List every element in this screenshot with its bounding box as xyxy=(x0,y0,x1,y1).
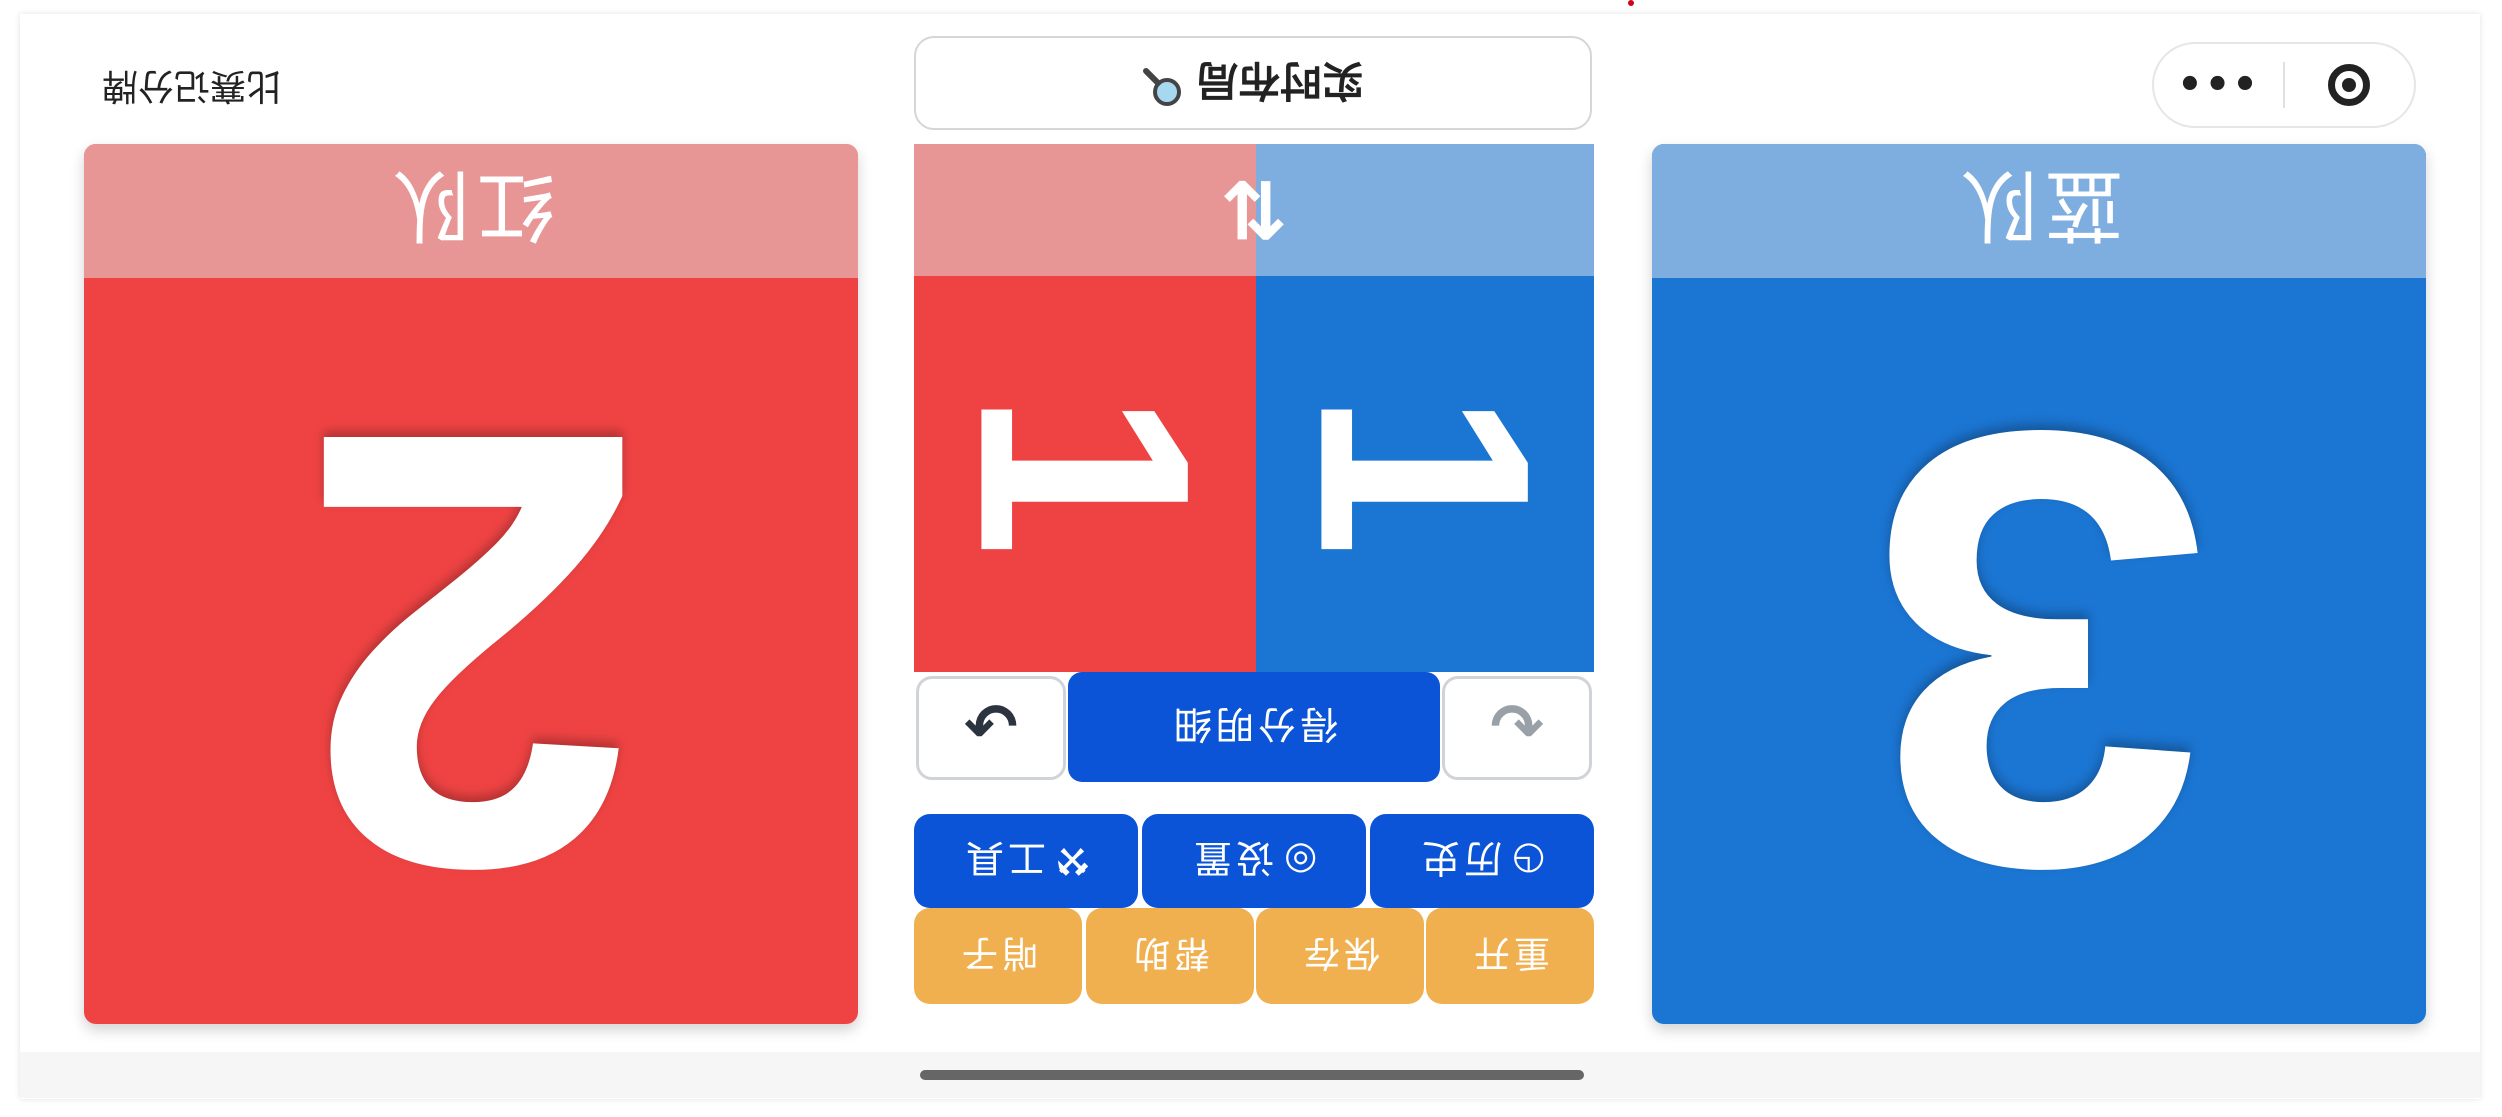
restart-button[interactable]: 重开 xyxy=(1426,908,1594,1004)
gear-icon: ◎ xyxy=(1284,839,1318,883)
red-team-score-area[interactable]: 2 xyxy=(84,278,858,1024)
red-team-header: 红队 xyxy=(84,144,858,278)
tools-label: 工具 xyxy=(961,835,1046,880)
blue-team-name: 蓝队 xyxy=(1954,159,2123,249)
help-label: 帮助 xyxy=(1129,932,1210,973)
undo-button[interactable]: ↶ xyxy=(916,676,1066,780)
tools-button[interactable]: ⚒ 工具 xyxy=(914,814,1138,908)
history-label: 历史 xyxy=(1418,835,1503,880)
live-layout-label: 实时布局 xyxy=(1195,55,1364,105)
red-team-sets-value: 1 xyxy=(916,390,1253,558)
sets-header-blue xyxy=(1256,144,1594,276)
whistle-button[interactable]: 哨子 xyxy=(914,908,1082,1004)
redo-button[interactable]: ↷ xyxy=(1442,676,1592,780)
blue-team-sets[interactable]: 1 xyxy=(1256,276,1594,672)
blue-team-score-area[interactable]: 3 xyxy=(1652,278,2426,1024)
save-button[interactable]: 保存 xyxy=(1256,908,1424,1004)
swap-sides-icon[interactable]: ⇅ xyxy=(1214,163,1294,256)
score-detail-button[interactable]: 得分明细 xyxy=(1068,672,1440,782)
app-title: 比赛记分牌 xyxy=(102,65,283,106)
home-indicator[interactable] xyxy=(920,1070,1584,1080)
redo-icon: ↷ xyxy=(1490,691,1544,765)
red-team-sets[interactable]: 1 xyxy=(914,276,1256,672)
red-team-name: 红队 xyxy=(386,159,555,249)
blue-team-score: 3 xyxy=(1866,305,2212,997)
live-layout-button[interactable]: 实时布局 xyxy=(914,36,1592,130)
help-button[interactable]: 帮助 xyxy=(1086,908,1254,1004)
red-team-score: 2 xyxy=(298,305,644,997)
close-miniprogram-button[interactable] xyxy=(2285,64,2414,106)
top-marker xyxy=(1628,0,1634,6)
red-team-panel[interactable]: 红队 2 xyxy=(84,144,858,1024)
score-detail-label: 得分明细 xyxy=(1169,701,1338,746)
whistle-label: 哨子 xyxy=(957,932,1038,973)
save-label: 保存 xyxy=(1299,932,1380,973)
settings-label: 设置 xyxy=(1190,835,1275,880)
miniprogram-capsule: ••• xyxy=(2152,42,2416,128)
sets-panel: ⇅ 1 1 xyxy=(914,144,1594,672)
blue-team-header: 蓝队 xyxy=(1652,144,2426,278)
more-menu-icon[interactable]: ••• xyxy=(2154,62,2283,108)
history-button[interactable]: ◷ 历史 xyxy=(1370,814,1594,908)
blue-team-panel[interactable]: 蓝队 3 xyxy=(1652,144,2426,1024)
history-icon: ◷ xyxy=(1512,839,1546,883)
undo-icon: ↶ xyxy=(964,691,1018,765)
settings-button[interactable]: ◎ 设置 xyxy=(1142,814,1366,908)
target-icon xyxy=(2328,64,2371,106)
small-action-row: 重开 保存 帮助 哨子 xyxy=(914,908,1594,1004)
sets-header-red xyxy=(914,144,1256,276)
tool-button-row: ◷ 历史 ◎ 设置 ⚒ 工具 xyxy=(914,814,1594,908)
wrench-icon: ⚒ xyxy=(1055,839,1091,883)
restart-label: 重开 xyxy=(1469,932,1550,973)
blue-team-sets-value: 1 xyxy=(1256,390,1593,558)
magnifier-icon xyxy=(1142,57,1184,109)
screen: 比赛记分牌 实时布局 ••• 红队 2 ⇅ 1 1 ↶ 得分明细 ↷ ◷ 历史 … xyxy=(0,0,2502,1117)
